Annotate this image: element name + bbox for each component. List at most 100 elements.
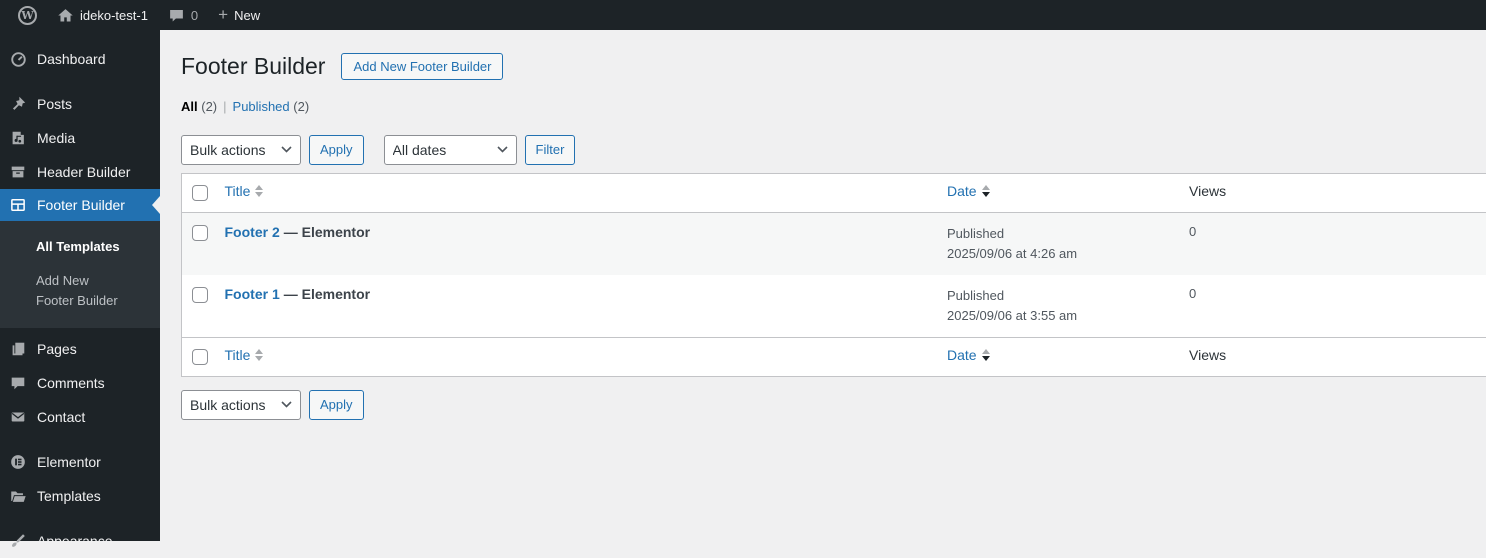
sidebar-item-footer-builder[interactable]: Footer Builder (0, 189, 160, 221)
footer-builder-submenu: All Templates Add New Footer Builder (0, 221, 160, 328)
bulk-actions-select-bottom[interactable]: Bulk actions (181, 390, 301, 420)
select-all-checkbox-top[interactable] (192, 185, 208, 201)
row-checkbox[interactable] (192, 225, 208, 241)
filter-published-link[interactable]: Published (2) (233, 99, 310, 114)
filter-all-link[interactable]: All (2) (181, 99, 217, 114)
sidebar-label: Header Builder (37, 164, 130, 180)
submenu-add-new-footer-builder[interactable]: Add New Footer Builder (0, 264, 130, 318)
views-column-header: Views (1189, 173, 1486, 212)
sort-arrows-icon (982, 349, 990, 361)
comment-bubble-icon (168, 7, 185, 24)
sidebar-label: Pages (37, 341, 77, 357)
wp-logo-menu[interactable]: W (8, 0, 47, 30)
sort-by-title-link[interactable]: Title (225, 347, 264, 363)
sort-by-date-link[interactable]: Date (947, 347, 990, 363)
apply-button-bottom[interactable]: Apply (309, 390, 364, 420)
filter-all-label: All (181, 99, 198, 114)
sort-arrows-icon (982, 185, 990, 197)
menu-separator (0, 434, 160, 445)
archive-box-icon (8, 162, 28, 182)
sidebar-label: Elementor (37, 454, 101, 470)
sidebar-item-media[interactable]: Media (0, 121, 160, 155)
row-title-link[interactable]: Footer 1 (225, 286, 280, 302)
title-column-footer: Title (225, 347, 251, 363)
dates-filter-select[interactable]: All dates (384, 135, 517, 165)
pushpin-icon (8, 94, 28, 114)
sidebar-item-posts[interactable]: Posts (0, 87, 160, 121)
wordpress-logo-icon: W (18, 6, 37, 25)
table-toolbar-bottom: Bulk actions Apply (181, 390, 1486, 420)
admin-bar: W ideko-test-1 0 + New (0, 0, 1486, 30)
add-new-footer-builder-button[interactable]: Add New Footer Builder (341, 53, 503, 80)
post-state-label: — Elementor (284, 286, 370, 302)
page-header: Footer Builder Add New Footer Builder (181, 52, 1486, 82)
select-all-checkbox-bottom[interactable] (192, 349, 208, 365)
comment-bubble-icon (8, 373, 28, 393)
sidebar-label: Comments (37, 375, 105, 391)
new-content-menu[interactable]: + New (208, 0, 270, 30)
pages-icon (8, 339, 28, 359)
sidebar-item-dashboard[interactable]: Dashboard (0, 42, 160, 76)
row-views: 0 (1189, 275, 1486, 338)
status-filter-links: All (2) | Published (2) (181, 99, 1486, 114)
table-grid-icon (8, 195, 28, 215)
sort-by-title-link[interactable]: Title (225, 183, 264, 199)
home-icon (57, 7, 74, 24)
sidebar-item-elementor[interactable]: Elementor (0, 445, 160, 479)
sidebar-label: Media (37, 130, 75, 146)
apply-button-top[interactable]: Apply (309, 135, 364, 165)
menu-separator (0, 76, 160, 87)
filter-published-label: Published (233, 99, 290, 114)
sidebar-label: Contact (37, 409, 85, 425)
submenu-all-templates[interactable]: All Templates (0, 230, 160, 264)
filter-published-count: (2) (293, 99, 309, 114)
row-checkbox[interactable] (192, 287, 208, 303)
table-footer: Title Date Views (182, 337, 1486, 376)
row-date: 2025/09/06 at 3:55 am (947, 306, 1179, 326)
row-status: Published (947, 224, 1179, 244)
sidebar-label: Footer Builder (37, 197, 125, 213)
paintbrush-icon (8, 531, 28, 551)
filter-button[interactable]: Filter (525, 135, 576, 165)
gauge-icon (8, 49, 28, 69)
comment-count: 0 (191, 8, 198, 23)
envelope-icon (8, 407, 28, 427)
elementor-icon (8, 452, 28, 472)
new-label: New (234, 8, 260, 23)
sort-arrows-icon (255, 185, 263, 197)
filter-separator: | (223, 99, 226, 114)
row-date: 2025/09/06 at 4:26 am (947, 244, 1179, 264)
filter-all-count: (2) (201, 99, 217, 114)
sidebar-label: Appearance (37, 533, 113, 549)
row-views: 0 (1189, 212, 1486, 275)
plus-icon: + (218, 6, 228, 23)
main-content: Footer Builder Add New Footer Builder Al… (160, 30, 1486, 541)
comments-menu[interactable]: 0 (158, 0, 208, 30)
site-name-label: ideko-test-1 (80, 8, 148, 23)
admin-sidebar: Dashboard Posts Media Header Builder Foo… (0, 30, 160, 541)
row-title-link[interactable]: Footer 2 (225, 224, 280, 240)
date-column-header: Date (947, 183, 977, 199)
sidebar-item-pages[interactable]: Pages (0, 332, 160, 366)
sort-by-date-link[interactable]: Date (947, 183, 990, 199)
row-status: Published (947, 286, 1179, 306)
bulk-actions-select[interactable]: Bulk actions (181, 135, 301, 165)
site-name-link[interactable]: ideko-test-1 (47, 0, 158, 30)
page-title: Footer Builder (181, 52, 325, 82)
table-toolbar-top: Bulk actions Apply All dates Filter (181, 135, 1486, 165)
folder-icon (8, 486, 28, 506)
menu-separator (0, 513, 160, 524)
sidebar-item-contact[interactable]: Contact (0, 400, 160, 434)
media-icon (8, 128, 28, 148)
sidebar-label: Posts (37, 96, 72, 112)
sidebar-label: Templates (37, 488, 101, 504)
sidebar-item-appearance[interactable]: Appearance (0, 524, 160, 558)
sidebar-item-comments[interactable]: Comments (0, 366, 160, 400)
table-header: Title Date Views (182, 173, 1486, 212)
sidebar-item-templates[interactable]: Templates (0, 479, 160, 513)
sort-arrows-icon (255, 349, 263, 361)
sidebar-item-header-builder[interactable]: Header Builder (0, 155, 160, 189)
sidebar-label: Dashboard (37, 51, 106, 67)
table-row: Footer 1— Elementor Published 2025/09/06… (182, 275, 1486, 338)
post-state-label: — Elementor (284, 224, 370, 240)
